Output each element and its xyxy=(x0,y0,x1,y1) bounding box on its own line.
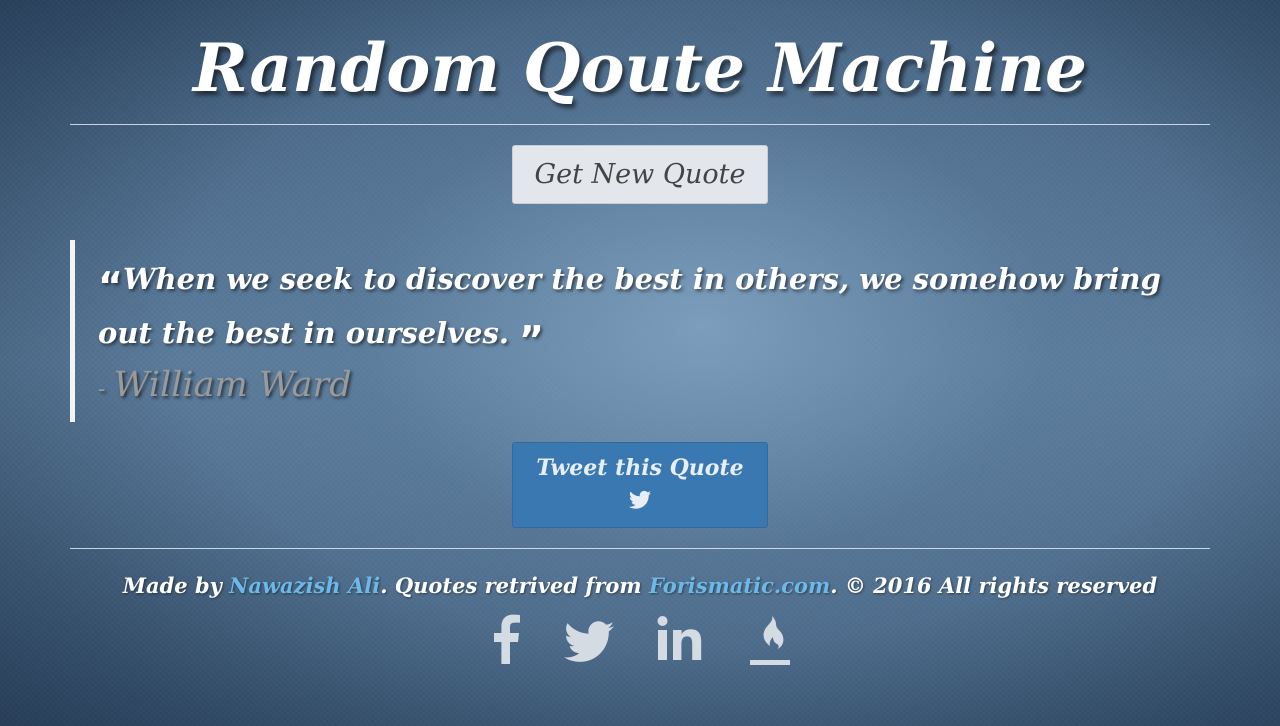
top-divider xyxy=(70,124,1210,125)
page-title: Random Qoute Machine xyxy=(192,29,1088,107)
freecodecamp-icon[interactable] xyxy=(746,612,794,668)
twitter-social-icon[interactable] xyxy=(564,612,614,668)
quote-open-icon: “ xyxy=(98,264,123,308)
page-container: Random Qoute Machine Get New Quote “When… xyxy=(70,0,1210,726)
quote-blockquote: “When we seek to discover the best in ot… xyxy=(70,240,1210,422)
author-link[interactable]: Nawazish Ali xyxy=(229,573,380,598)
tweet-quote-label: Tweet this Quote xyxy=(536,455,744,481)
linkedin-icon[interactable] xyxy=(656,612,708,668)
quote-text-container: “When we seek to discover the best in ot… xyxy=(98,252,1198,360)
forismatic-link[interactable]: Forismatic.com xyxy=(649,573,830,598)
footer-made-by: Made by xyxy=(122,573,230,598)
quote-author-container: - William Ward xyxy=(98,358,352,417)
footer-middle-text: . Quotes retrived from xyxy=(380,573,649,598)
footer-credits: Made by Nawazish Ali. Quotes retrived fr… xyxy=(70,568,1210,604)
quote-close-icon: ” xyxy=(519,318,545,362)
footer-copyright: . © 2016 All rights reserved xyxy=(830,573,1158,598)
bottom-divider xyxy=(70,548,1210,549)
tweet-quote-button[interactable]: Tweet this Quote xyxy=(512,442,768,528)
twitter-icon xyxy=(629,490,651,510)
author-dash: - xyxy=(98,377,106,402)
quote-author: William Ward xyxy=(113,365,352,405)
facebook-icon[interactable] xyxy=(488,612,522,668)
quote-text: When we seek to discover the best in oth… xyxy=(98,262,1161,350)
get-new-quote-button[interactable]: Get New Quote xyxy=(512,145,768,204)
